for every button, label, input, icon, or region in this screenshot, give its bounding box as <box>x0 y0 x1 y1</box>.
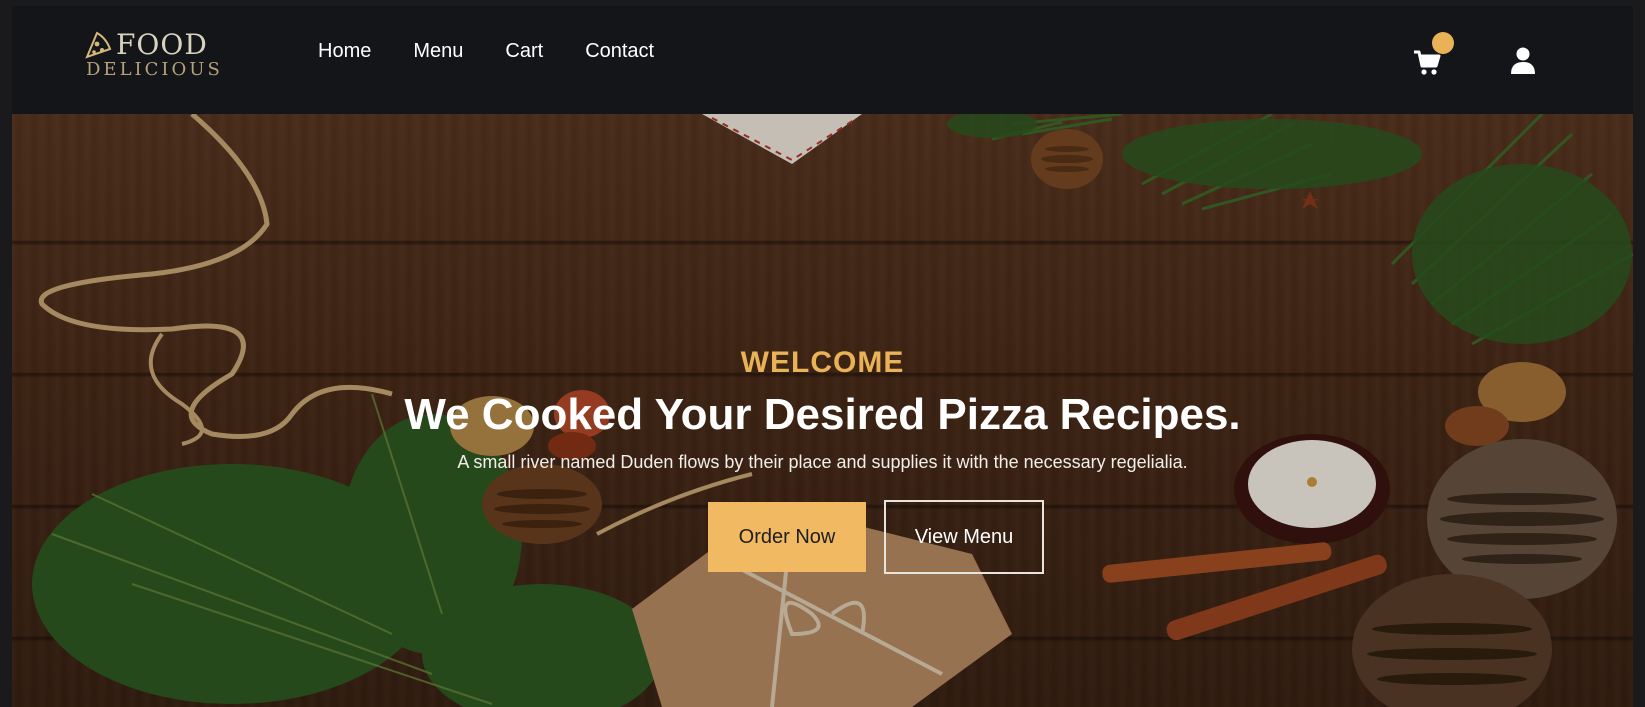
navbar: FOOD DELICIOUS Home Menu Cart Contact <box>12 6 1633 114</box>
hero-subtitle: A small river named Duden flows by their… <box>457 452 1188 472</box>
user-icon[interactable] <box>1510 46 1536 76</box>
hero-eyebrow: WELCOME <box>740 346 905 379</box>
nav-contact[interactable]: Contact <box>585 40 654 63</box>
cart-count-badge <box>1432 32 1454 54</box>
hero-title: We Cooked Your Desired Pizza Recipes. <box>404 390 1241 439</box>
hero-content: WELCOME We Cooked Your Desired Pizza Rec… <box>12 114 1633 707</box>
main-nav: Home Menu Cart Contact <box>318 40 654 63</box>
browser-viewport: FOOD DELICIOUS Home Menu Cart Contact WE… <box>12 6 1633 707</box>
nav-home[interactable]: Home <box>318 40 371 63</box>
hero-section: WELCOME We Cooked Your Desired Pizza Rec… <box>12 114 1633 707</box>
nav-cart[interactable]: Cart <box>505 40 543 63</box>
nav-menu[interactable]: Menu <box>413 40 463 63</box>
brand-name-bottom: DELICIOUS <box>86 59 223 80</box>
view-menu-button[interactable]: View Menu <box>884 500 1044 574</box>
brand-name-top: FOOD <box>116 28 208 61</box>
pizza-slice-icon <box>85 31 112 59</box>
order-now-button[interactable]: Order Now <box>708 502 866 572</box>
brand-logo-top: FOOD <box>84 28 223 61</box>
brand-logo[interactable]: FOOD DELICIOUS <box>84 28 223 80</box>
